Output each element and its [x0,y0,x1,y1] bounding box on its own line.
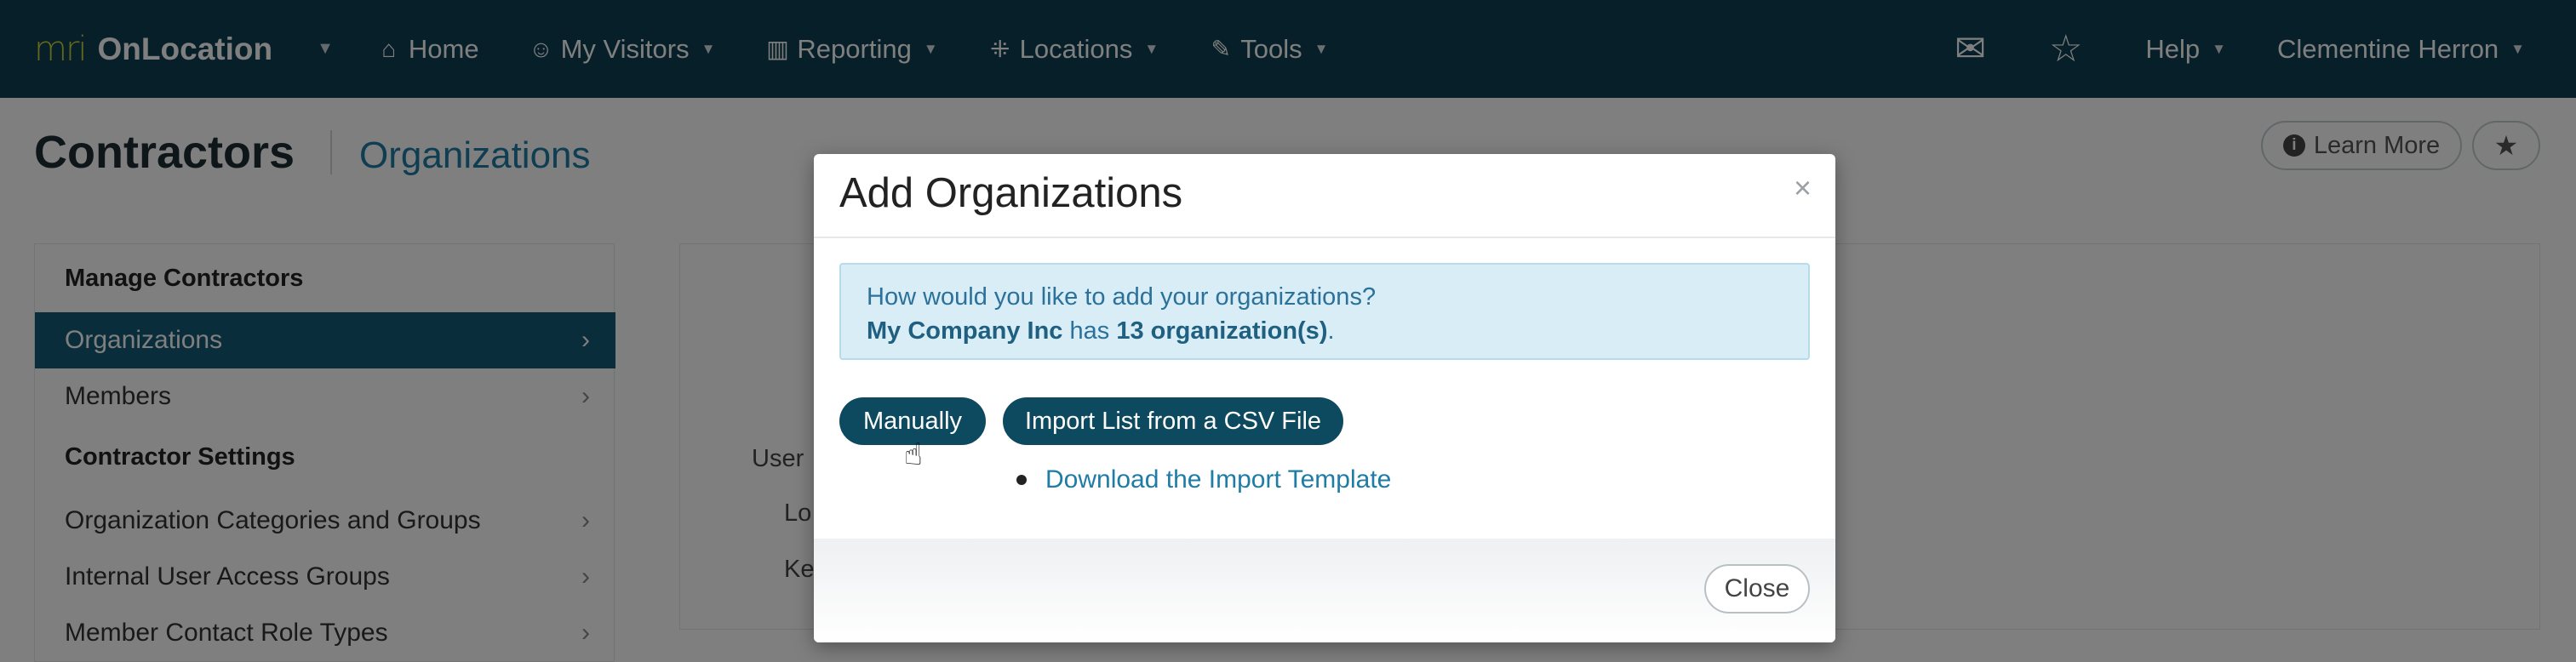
alert-has-text: has [1069,317,1110,345]
add-organizations-modal: Add Organizations × How would you like t… [814,154,1835,642]
close-icon[interactable]: × [1794,173,1812,203]
bullet-dot [1016,475,1027,485]
download-template-link[interactable]: Download the Import Template [1045,465,1391,494]
company-name: My Company Inc [867,317,1063,345]
import-csv-button[interactable]: Import List from a CSV File [1003,397,1343,445]
organization-count: 13 organization(s) [1116,317,1328,345]
list-item: Download the Import Template [1016,465,1391,494]
alert-period: . [1327,317,1335,345]
modal-header-divider [814,237,1835,238]
modal-footer: Close [814,539,1835,642]
hand-cursor-icon: ☝ [904,437,923,471]
info-alert: How would you like to add your organizat… [839,263,1810,360]
alert-summary: My Company Inc has 13 organization(s). [867,314,1783,348]
close-button[interactable]: Close [1704,564,1810,613]
alert-question: How would you like to add your organizat… [867,283,1377,311]
modal-title: Add Organizations [839,170,1183,216]
